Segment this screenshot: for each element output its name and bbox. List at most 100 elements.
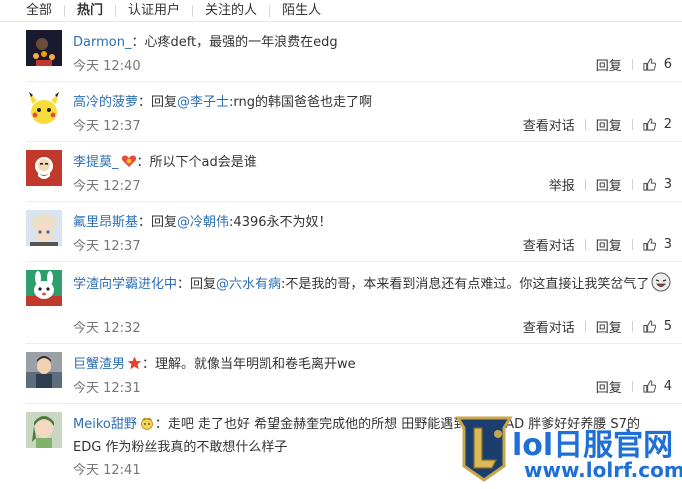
star-badge-icon	[127, 356, 142, 377]
username-link[interactable]: Darmon_	[73, 35, 131, 50]
comment-body: ：回复	[138, 215, 178, 230]
avatar[interactable]	[26, 150, 62, 186]
comment-text: Darmon_：心疼deft，最强的一年浪费在edg	[73, 32, 673, 53]
comment-body: ：所以下个ad会是谁	[136, 155, 257, 170]
username-link[interactable]: 学渣向学霸进化中	[73, 277, 177, 292]
tab-verified-users[interactable]: 认证用户	[116, 3, 192, 19]
comment-item: Darmon_：心疼deft，最强的一年浪费在edg 今天 12:40 回复 6	[26, 22, 682, 82]
timestamp: 今天 12:31	[73, 381, 141, 396]
username-link[interactable]: 李提莫_	[73, 155, 119, 170]
action-divider	[584, 239, 586, 250]
avatar[interactable]	[26, 30, 62, 66]
like-button[interactable]: 3	[643, 177, 672, 192]
timestamp: 今天 12:37	[73, 239, 141, 254]
like-count: 3	[663, 237, 672, 252]
tab-strangers[interactable]: 陌生人	[270, 3, 333, 19]
action-divider	[631, 59, 633, 70]
comment-actions: 回复 4	[596, 377, 672, 396]
laughing-emoji-icon	[651, 272, 671, 299]
username-link[interactable]: 巨蟹渣男	[73, 357, 125, 372]
like-button[interactable]: 2	[643, 117, 672, 132]
like-button[interactable]: 6	[643, 57, 672, 72]
comment-body-rest: :不是我的哥，本来看到消息还有点难过。你这直接让我笑岔气了	[281, 277, 650, 292]
comment-item: 巨蟹渣男 ：理解。就像当年明凯和卷毛离开we 今天 12:31 回复 4	[26, 344, 682, 404]
avatar[interactable]	[26, 270, 62, 306]
view-conversation-button[interactable]: 查看对话	[523, 115, 575, 134]
vip-crown-badge-icon	[139, 416, 155, 437]
comment-body: ：回复	[138, 95, 178, 110]
comment-text: 学渣向学霸进化中：回复@六水有病:不是我的哥，本来看到消息还有点难过。你这直接让…	[73, 272, 673, 299]
username-link[interactable]: Meiko甜野	[73, 417, 137, 432]
thumbs-up-icon	[643, 238, 656, 251]
reply-button[interactable]: 回复	[596, 115, 622, 134]
avatar[interactable]	[26, 352, 62, 388]
like-count: 5	[663, 319, 672, 334]
comment-actions: 查看对话 回复 3	[523, 235, 672, 254]
username-link[interactable]: 氟里昂斯基	[73, 215, 138, 230]
like-button[interactable]: 4	[643, 379, 672, 394]
thumbs-up-icon	[643, 178, 656, 191]
comment-actions: 回复 6	[596, 55, 672, 74]
action-divider	[631, 321, 633, 332]
action-divider	[631, 119, 633, 130]
view-conversation-button[interactable]: 查看对话	[523, 317, 575, 336]
like-button[interactable]: 5	[643, 319, 672, 334]
action-divider	[631, 381, 633, 392]
filter-tabs: 全部 热门 认证用户 关注的人 陌生人	[0, 0, 682, 22]
username-link[interactable]: 高冷的菠萝	[73, 95, 138, 110]
reply-button[interactable]: 回复	[596, 55, 622, 74]
tab-hot[interactable]: 热门	[65, 3, 115, 19]
reply-button[interactable]: 回复	[596, 377, 622, 396]
timestamp: 今天 12:37	[73, 119, 141, 134]
report-button[interactable]: 举报	[549, 175, 575, 194]
comment-body-rest: :4396永不为奴！	[229, 215, 332, 230]
reply-button[interactable]: 回复	[596, 317, 622, 336]
action-divider	[631, 179, 633, 190]
action-divider	[584, 179, 586, 190]
timestamp: 今天 12:40	[73, 59, 141, 74]
thumbs-up-icon	[643, 320, 656, 333]
league-of-legends-logo-icon	[455, 416, 513, 482]
mention-link[interactable]: @冷朝伟	[177, 215, 229, 230]
avatar[interactable]	[26, 210, 62, 246]
timestamp: 今天 12:41	[73, 463, 141, 478]
comment-item: 李提莫_ ：所以下个ad会是谁 今天 12:27 举报 回复 3	[26, 142, 682, 202]
like-count: 2	[663, 117, 672, 132]
comment-text: 李提莫_ ：所以下个ad会是谁	[73, 152, 673, 175]
comment-actions: 举报 回复 3	[549, 175, 672, 194]
view-conversation-button[interactable]: 查看对话	[523, 235, 575, 254]
site-watermark: lol日服官网 www.lolrf.com	[452, 412, 682, 489]
comment-actions: 查看对话 回复 2	[523, 115, 672, 134]
like-button[interactable]: 3	[643, 237, 672, 252]
comment-item: 高冷的菠萝：回复@李子士:rng的韩国爸爸也走了啊 今天 12:37 查看对话 …	[26, 82, 682, 142]
comment-body-rest: :rng的韩国爸爸也走了啊	[229, 95, 373, 110]
tab-following[interactable]: 关注的人	[193, 3, 269, 19]
like-count: 4	[663, 379, 672, 394]
timestamp: 今天 12:32	[73, 321, 141, 336]
action-divider	[631, 239, 633, 250]
comment-body: ：心疼deft，最强的一年浪费在edg	[131, 35, 338, 50]
reply-button[interactable]: 回复	[596, 235, 622, 254]
like-count: 3	[663, 177, 672, 192]
mention-link[interactable]: @六水有病	[216, 277, 281, 292]
vip-heart-badge-icon	[121, 154, 137, 175]
tab-all[interactable]: 全部	[26, 3, 64, 19]
like-count: 6	[663, 57, 672, 72]
thumbs-up-icon	[643, 118, 656, 131]
avatar[interactable]	[26, 90, 62, 126]
watermark-url: www.lolrf.com	[524, 458, 682, 482]
comment-text: 巨蟹渣男 ：理解。就像当年明凯和卷毛离开we	[73, 354, 673, 377]
thumbs-up-icon	[643, 380, 656, 393]
mention-link[interactable]: @李子士	[177, 95, 229, 110]
comment-item: 学渣向学霸进化中：回复@六水有病:不是我的哥，本来看到消息还有点难过。你这直接让…	[26, 262, 682, 344]
action-divider	[584, 321, 586, 332]
comment-text: 氟里昂斯基：回复@冷朝伟:4396永不为奴！	[73, 212, 673, 233]
timestamp: 今天 12:27	[73, 179, 141, 194]
action-divider	[584, 119, 586, 130]
comment-item: 氟里昂斯基：回复@冷朝伟:4396永不为奴！ 今天 12:37 查看对话 回复 …	[26, 202, 682, 262]
comment-body: ：回复	[177, 277, 217, 292]
thumbs-up-icon	[643, 58, 656, 71]
avatar[interactable]	[26, 412, 62, 448]
reply-button[interactable]: 回复	[596, 175, 622, 194]
comment-actions: 查看对话 回复 5	[523, 317, 672, 336]
